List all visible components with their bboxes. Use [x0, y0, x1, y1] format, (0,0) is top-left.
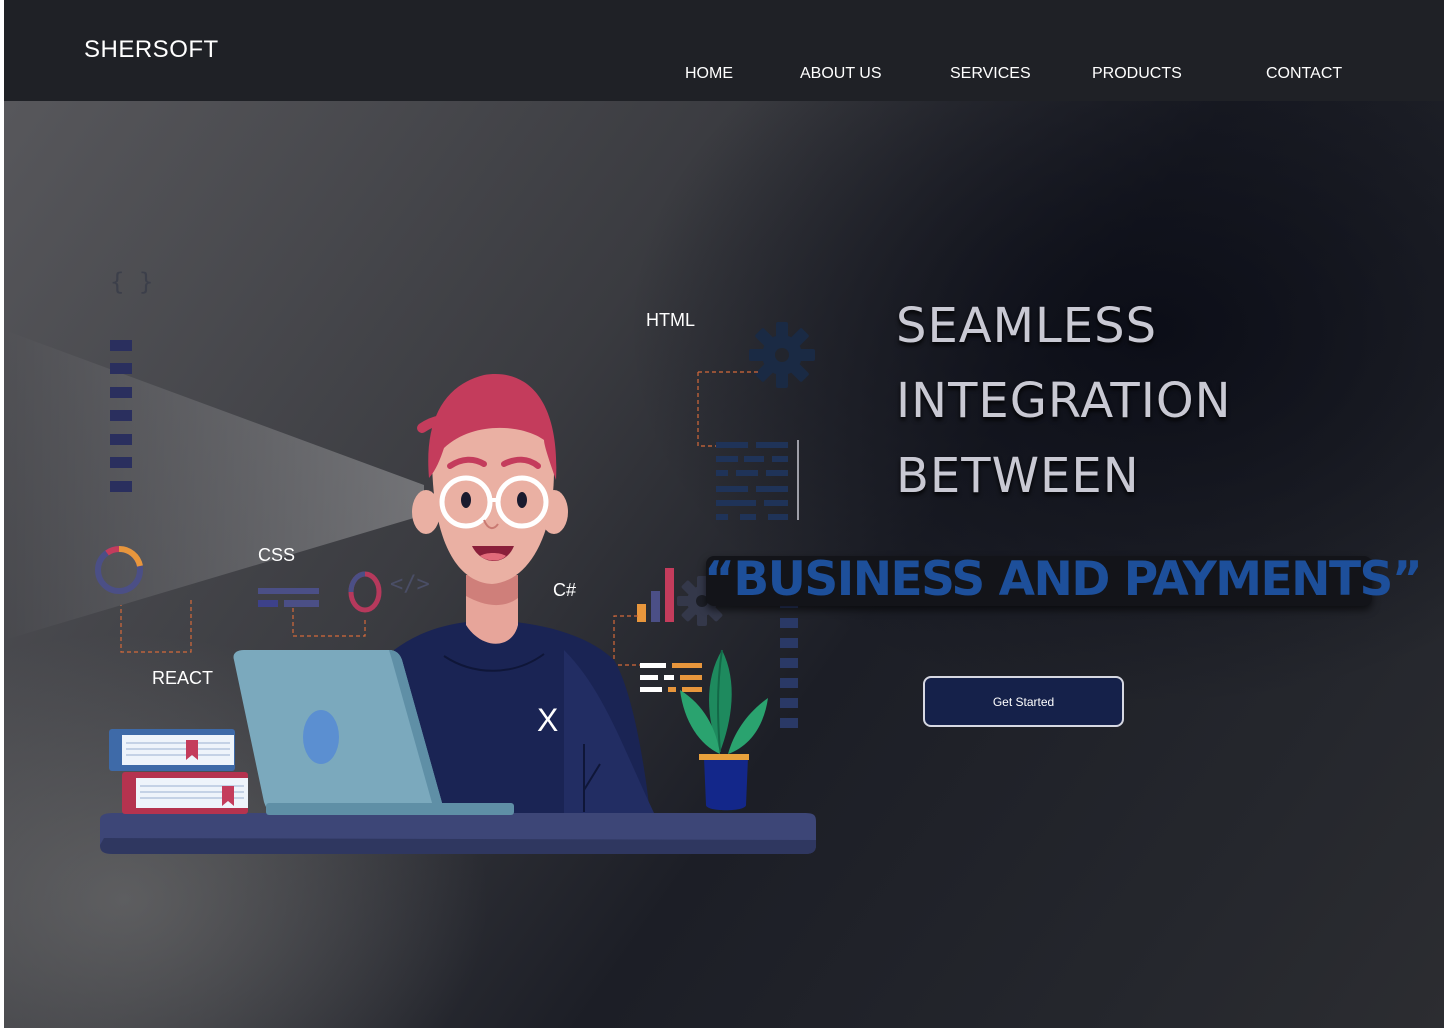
hero-highlight: “BUSINESS AND PAYMENTS”: [704, 552, 1423, 607]
react-label: REACT: [152, 668, 214, 688]
code-lines-icon: [640, 663, 702, 692]
gear-icon: [749, 322, 815, 388]
developer-illustration: { } </>: [4, 268, 816, 854]
html-connector: [697, 371, 760, 447]
code-tag-icon: </>: [390, 572, 430, 597]
react-connector: [120, 600, 192, 653]
code-blocks-column-right: [780, 598, 798, 728]
bar-chart-icon: [637, 568, 674, 622]
x-label: X: [537, 702, 559, 738]
css-lines-icon: [258, 588, 319, 607]
css-connector: [292, 608, 366, 637]
csharp-connector: [613, 615, 640, 666]
hero-line-3: BETWEEN: [896, 448, 1140, 504]
html-document-icon: [716, 442, 788, 520]
page-frame: SHERSOFT HOME ABOUT US SERVICES PRODUCTS…: [4, 0, 1444, 1028]
plant-icon: [680, 649, 768, 811]
csharp-label: C#: [553, 580, 577, 600]
hero-line-1: SEAMLESS: [896, 298, 1158, 354]
css-label: CSS: [258, 545, 296, 565]
braces-icon: { }: [110, 268, 153, 296]
get-started-button[interactable]: Get Started: [923, 676, 1124, 727]
light-beam: [4, 330, 424, 640]
hero-line-2: INTEGRATION: [896, 373, 1232, 429]
books-icon: [109, 729, 248, 814]
html-label: HTML: [646, 310, 695, 330]
